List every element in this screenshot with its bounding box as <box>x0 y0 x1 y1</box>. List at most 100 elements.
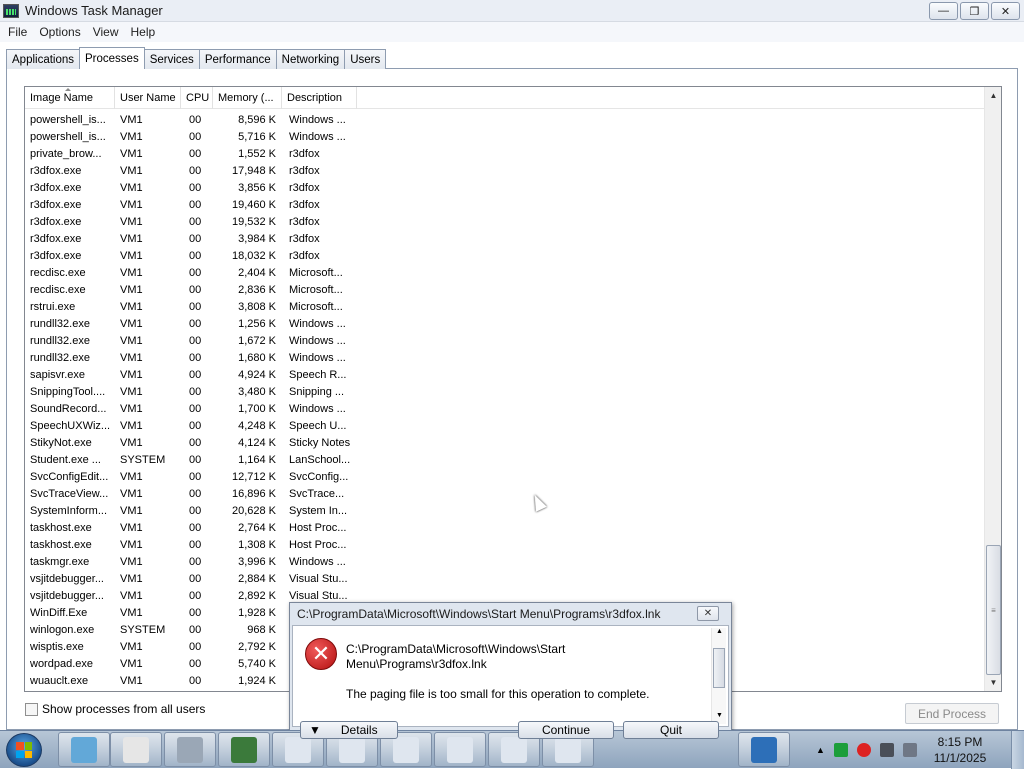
scroll-down-icon[interactable]: ▼ <box>985 674 1001 691</box>
menu-file[interactable]: File <box>2 25 33 39</box>
table-row[interactable]: r3dfox.exe VM1 00 19,532 K r3dfox <box>25 213 985 230</box>
process-cpu: 00 <box>189 674 202 687</box>
process-cpu: 00 <box>189 368 202 381</box>
column-description[interactable]: Description <box>282 87 357 109</box>
tab-networking[interactable]: Networking <box>275 49 346 69</box>
quit-button[interactable]: Quit <box>623 721 719 739</box>
dialog-scroll-thumb[interactable] <box>713 648 725 688</box>
table-row[interactable]: SystemInform... VM1 00 20,628 K System In... <box>25 502 985 519</box>
table-row[interactable]: sapisvr.exe VM1 00 4,924 K Speech R... <box>25 366 985 383</box>
table-row[interactable]: powershell_is... VM1 00 8,596 K Windows ... <box>25 111 985 128</box>
process-description: r3dfox <box>289 232 320 245</box>
process-memory: 4,924 K <box>238 368 276 381</box>
table-row[interactable]: taskmgr.exe VM1 00 3,996 K Windows ... <box>25 553 985 570</box>
taskbar-button[interactable] <box>164 732 216 767</box>
table-row[interactable]: rstrui.exe VM1 00 3,808 K Microsoft... <box>25 298 985 315</box>
process-name: SvcConfigEdit... <box>30 470 109 483</box>
action-center-icon[interactable] <box>856 743 871 757</box>
process-name: recdisc.exe <box>30 266 86 279</box>
minimize-button[interactable]: — <box>929 2 958 20</box>
network-icon[interactable] <box>879 743 894 757</box>
process-cpu: 00 <box>189 657 202 670</box>
table-row[interactable]: recdisc.exe VM1 00 2,404 K Microsoft... <box>25 264 985 281</box>
dialog-scroll-up-icon[interactable]: ▲ <box>712 628 727 640</box>
tab-users[interactable]: Users <box>344 49 387 69</box>
table-row[interactable]: r3dfox.exe VM1 00 3,856 K r3dfox <box>25 179 985 196</box>
tab-performance[interactable]: Performance <box>198 49 277 69</box>
process-user: VM1 <box>120 487 143 500</box>
tab-applications[interactable]: Applications <box>6 49 81 69</box>
process-user: VM1 <box>120 181 143 194</box>
maximize-button[interactable]: ❐ <box>960 2 989 20</box>
process-memory: 1,928 K <box>238 606 276 619</box>
process-name: private_brow... <box>30 147 102 160</box>
column-user-name[interactable]: User Name <box>115 87 181 109</box>
close-button[interactable]: ✕ <box>991 2 1020 20</box>
table-row[interactable]: SoundRecord... VM1 00 1,700 K Windows ... <box>25 400 985 417</box>
clock[interactable]: 8:15 PM 11/1/2025 <box>930 734 990 766</box>
process-memory: 3,856 K <box>238 181 276 194</box>
process-cpu: 00 <box>189 555 202 568</box>
taskbar-button[interactable] <box>58 732 110 767</box>
process-user: VM1 <box>120 504 143 517</box>
show-desktop-button[interactable] <box>1011 731 1024 769</box>
process-user: VM1 <box>120 436 143 449</box>
table-row[interactable]: taskhost.exe VM1 00 1,308 K Host Proc... <box>25 536 985 553</box>
table-row[interactable]: rundll32.exe VM1 00 1,680 K Windows ... <box>25 349 985 366</box>
continue-button[interactable]: Continue <box>518 721 614 739</box>
process-user: VM1 <box>120 538 143 551</box>
table-row[interactable]: SpeechUXWiz... VM1 00 4,248 K Speech U... <box>25 417 985 434</box>
details-button[interactable]: ▼ Details <box>300 721 398 739</box>
menu-view[interactable]: View <box>87 25 125 39</box>
tab-processes[interactable]: Processes <box>79 47 145 69</box>
end-process-button[interactable]: End Process <box>905 703 999 724</box>
show-all-checkbox[interactable] <box>25 702 38 716</box>
table-row[interactable]: r3dfox.exe VM1 00 3,984 K r3dfox <box>25 230 985 247</box>
start-button[interactable] <box>6 733 42 767</box>
table-row[interactable]: StikyNot.exe VM1 00 4,124 K Sticky Notes <box>25 434 985 451</box>
table-row[interactable]: private_brow... VM1 00 1,552 K r3dfox <box>25 145 985 162</box>
process-name: r3dfox.exe <box>30 215 82 228</box>
show-all-processes[interactable]: Show processes from all users <box>25 702 205 716</box>
menu-options[interactable]: Options <box>33 25 86 39</box>
table-row[interactable]: SvcTraceView... VM1 00 16,896 K SvcTrace... <box>25 485 985 502</box>
table-row[interactable]: r3dfox.exe VM1 00 19,460 K r3dfox <box>25 196 985 213</box>
process-name: rstrui.exe <box>30 300 76 313</box>
vertical-scrollbar[interactable]: ▲ ≡ ▼ <box>984 87 1001 691</box>
tray-expand-icon[interactable]: ▲ <box>816 745 825 755</box>
table-row[interactable]: rundll32.exe VM1 00 1,672 K Windows ... <box>25 332 985 349</box>
process-name: winlogon.exe <box>30 623 95 636</box>
process-memory: 19,532 K <box>231 215 276 228</box>
process-cpu: 00 <box>189 572 202 585</box>
scroll-thumb[interactable]: ≡ <box>986 545 1001 675</box>
table-row[interactable]: Student.exe ... SYSTEM 00 1,164 K LanSchool.… <box>25 451 985 468</box>
process-user: VM1 <box>120 555 143 568</box>
tab-services[interactable]: Services <box>143 49 200 69</box>
menu-help[interactable]: Help <box>125 25 162 39</box>
taskbar-button[interactable] <box>218 732 270 767</box>
column-image-name[interactable]: Image Name <box>25 87 115 109</box>
table-row[interactable]: SnippingTool.... VM1 00 3,480 K Snipping ... <box>25 383 985 400</box>
window-title: Windows Task Manager <box>25 3 163 18</box>
table-row[interactable]: SvcConfigEdit... VM1 00 12,712 K SvcConfig..… <box>25 468 985 485</box>
process-description: r3dfox <box>289 164 320 177</box>
table-row[interactable]: taskhost.exe VM1 00 2,764 K Host Proc... <box>25 519 985 536</box>
table-row[interactable]: powershell_is... VM1 00 5,716 K Windows ... <box>25 128 985 145</box>
scroll-up-icon[interactable]: ▲ <box>985 87 1001 104</box>
table-row[interactable]: recdisc.exe VM1 00 2,836 K Microsoft... <box>25 281 985 298</box>
table-row[interactable]: r3dfox.exe VM1 00 17,948 K r3dfox <box>25 162 985 179</box>
column-cpu[interactable]: CPU <box>181 87 213 109</box>
taskbar-button[interactable] <box>434 732 486 767</box>
table-row[interactable]: rundll32.exe VM1 00 1,256 K Windows ... <box>25 315 985 332</box>
table-row[interactable]: vsjitdebugger... VM1 00 2,884 K Visual Stu..… <box>25 570 985 587</box>
table-row[interactable]: r3dfox.exe VM1 00 18,032 K r3dfox <box>25 247 985 264</box>
taskbar-button[interactable] <box>110 732 162 767</box>
volume-icon[interactable] <box>902 743 917 757</box>
dialog-close-button[interactable]: ✕ <box>697 606 719 621</box>
process-user: VM1 <box>120 130 143 143</box>
network-activity-icon[interactable] <box>833 743 848 757</box>
taskbar-button[interactable] <box>738 732 790 767</box>
dialog-scrollbar[interactable]: ▲ ▼ <box>711 628 726 724</box>
process-description: Windows ... <box>289 334 346 347</box>
column-memory[interactable]: Memory (... <box>213 87 282 109</box>
